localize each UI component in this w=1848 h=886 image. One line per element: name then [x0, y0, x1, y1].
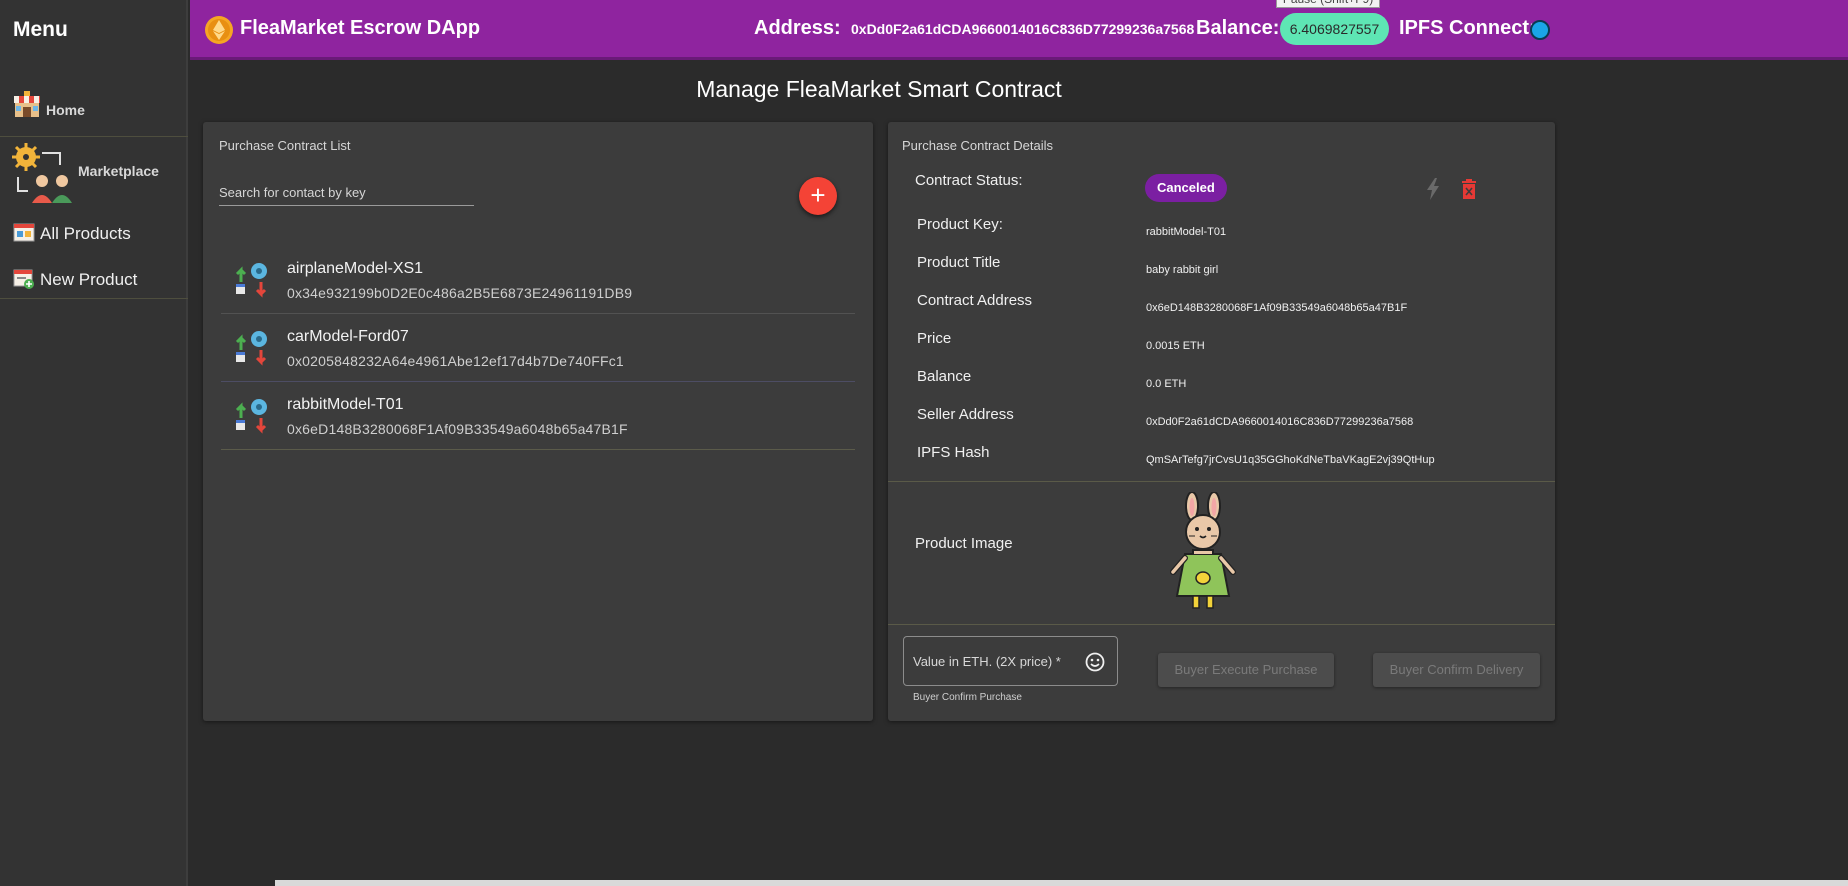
detail-value: 0.0015 ETH	[1146, 340, 1205, 352]
address-label: Address:	[754, 17, 841, 39]
tooltip: Pause (Shift+F9)	[1276, 0, 1380, 8]
detail-value: 0x6eD148B3280068F1Af09B33549a6048b65a47B…	[1146, 302, 1408, 314]
list-item[interactable]: rabbitModel-T01 0x6eD148B3280068F1Af09B3…	[221, 382, 855, 450]
status-badge: Canceled	[1145, 174, 1227, 202]
detail-row-product-key: Product Key: rabbitModel-T01	[917, 216, 1537, 254]
detail-row-contract-address: Contract Address 0x6eD148B3280068F1Af09B…	[917, 292, 1537, 330]
purchase-contract-list-panel: Purchase Contract List + airplaneModel-X…	[203, 122, 873, 721]
sidebar-divider	[0, 298, 188, 299]
panel-title: Purchase Contract Details	[902, 138, 1054, 153]
contract-title: carModel-Ford07	[287, 328, 409, 345]
new-product-icon	[13, 269, 34, 289]
sidebar-item-label: All Products	[40, 224, 131, 243]
detail-value: 0xDd0F2a61dCDA9660014016C836D77299236a75…	[1146, 416, 1414, 428]
sidebar-item-all-products[interactable]: All Products	[13, 218, 131, 244]
contract-title: airplaneModel-XS1	[287, 260, 424, 277]
product-image-label: Product Image	[915, 535, 1013, 552]
divider	[888, 624, 1555, 625]
flash-icon[interactable]	[1425, 178, 1441, 200]
contract-title: rabbitModel-T01	[287, 396, 404, 413]
sidebar-divider	[0, 136, 188, 137]
store-icon	[14, 91, 40, 117]
eth-value-input[interactable]: Value in ETH. (2X price) *	[903, 636, 1118, 686]
purchase-contract-details-panel: Purchase Contract Details Contract Statu…	[888, 122, 1555, 721]
contract-transfer-icon	[235, 399, 267, 434]
detail-row-product-title: Product Title baby rabbit girl	[917, 254, 1537, 292]
detail-key: Balance	[917, 368, 972, 385]
detail-row-price: Price 0.0015 ETH	[917, 330, 1537, 368]
app-header: FleaMarket Escrow DApp Address: 0xDd0F2a…	[190, 0, 1848, 60]
detail-row-ipfs-hash: IPFS Hash QmSArTefg7jrCvsU1q35GGhoKdNeTb…	[917, 444, 1537, 482]
sidebar-item-marketplace[interactable]: Marketplace	[12, 143, 182, 205]
detail-value: QmSArTefg7jrCvsU1q35GGhoKdNeTbaVKagE2vj3…	[1146, 454, 1435, 466]
page-title: Manage FleaMarket Smart Contract	[696, 76, 1062, 102]
ipfs-connect-label: IPFS Connect:	[1399, 17, 1536, 39]
contract-address: 0x0205848232A64e4961Abe12ef17d4b7De740FF…	[287, 353, 624, 369]
balance-badge: 6.4069827557	[1280, 13, 1389, 45]
ethereum-coin-icon	[205, 16, 233, 44]
contract-transfer-icon	[235, 331, 267, 366]
contract-status-label: Contract Status:	[915, 172, 1023, 189]
contract-transfer-icon	[235, 263, 267, 298]
sidebar-item-label: Marketplace	[78, 163, 159, 179]
sidebar-item-home[interactable]: Home	[12, 86, 85, 120]
address-value: 0xDd0F2a61dCDA9660014016C836D77299236a75…	[851, 21, 1195, 37]
list-item[interactable]: carModel-Ford07 0x0205848232A64e4961Abe1…	[221, 314, 855, 382]
add-contract-button[interactable]: +	[799, 177, 837, 215]
sidebar-item-label: Home	[46, 102, 85, 118]
buyer-confirm-delivery-button[interactable]: Buyer Confirm Delivery	[1373, 653, 1540, 687]
detail-key: Contract Address	[917, 292, 1033, 309]
detail-key: Seller Address	[917, 406, 1014, 423]
list-item[interactable]: airplaneModel-XS1 0x34e932199b0D2E0c486a…	[221, 246, 855, 314]
detail-row-balance: Balance 0.0 ETH	[917, 368, 1537, 406]
delete-icon[interactable]	[1461, 179, 1477, 199]
input-placeholder: Value in ETH. (2X price) *	[913, 654, 1061, 669]
contract-address: 0x34e932199b0D2E0c486a2B5E6873E24961191D…	[287, 285, 633, 301]
product-image	[1170, 492, 1236, 609]
smile-icon[interactable]	[1085, 652, 1105, 672]
detail-key: IPFS Hash	[917, 444, 990, 461]
balance-label: Balance:	[1196, 17, 1280, 39]
marketplace-icon	[12, 143, 72, 203]
detail-value: rabbitModel-T01	[1146, 226, 1227, 238]
detail-key: Product Title	[917, 254, 1001, 271]
app-title: FleaMarket Escrow DApp	[240, 17, 481, 39]
search-input[interactable]	[219, 180, 474, 206]
menu-title: Menu	[13, 18, 68, 41]
sidebar-item-new-product[interactable]: New Product	[13, 264, 137, 290]
detail-key: Price	[917, 330, 952, 347]
bottom-strip	[275, 880, 1848, 886]
contract-list: airplaneModel-XS1 0x34e932199b0D2E0c486a…	[221, 246, 855, 450]
detail-value: baby rabbit girl	[1146, 264, 1219, 276]
detail-row-seller-address: Seller Address 0xDd0F2a61dCDA9660014016C…	[917, 406, 1537, 444]
detail-key: Product Key:	[917, 216, 1003, 233]
ipfs-status-indicator	[1530, 20, 1550, 40]
divider	[888, 481, 1555, 482]
helper-text: Buyer Confirm Purchase	[913, 692, 1022, 703]
panel-title: Purchase Contract List	[219, 138, 351, 153]
detail-value: 0.0 ETH	[1146, 378, 1187, 390]
sidebar: Menu Home Marketplace All Products New P…	[0, 0, 188, 886]
plus-icon: +	[810, 180, 826, 210]
contract-address: 0x6eD148B3280068F1Af09B33549a6048b65a47B…	[287, 421, 628, 437]
buyer-execute-purchase-button[interactable]: Buyer Execute Purchase	[1158, 653, 1334, 687]
products-icon	[13, 223, 35, 242]
sidebar-item-label: New Product	[40, 270, 138, 289]
